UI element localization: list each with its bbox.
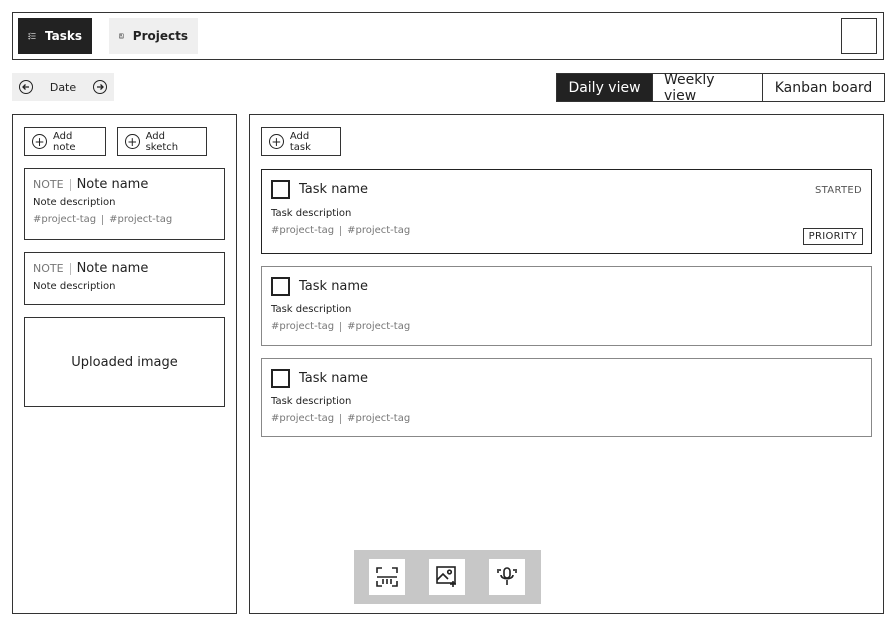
add-note-button[interactable]: + Add note — [24, 127, 106, 156]
note-name: Note name — [76, 261, 149, 276]
task-card[interactable]: Task name Task description #project-tag … — [261, 358, 872, 437]
projects-nav-button[interactable]: Projects — [109, 18, 198, 54]
divider — [69, 178, 71, 191]
divider — [340, 413, 342, 424]
task-tags: #project-tag #project-tag — [271, 225, 862, 236]
task-name: Task name — [299, 279, 369, 294]
arrow-right-icon[interactable] — [92, 80, 107, 94]
note-kind-label: NOTE — [33, 178, 64, 191]
date-label: Date — [49, 80, 77, 94]
project-tag[interactable]: #project-tag — [271, 321, 334, 332]
profile-avatar-box[interactable] — [841, 18, 877, 54]
note-tags: #project-tag #project-tag — [33, 214, 216, 225]
task-card[interactable]: Task name Task description #project-tag … — [261, 266, 872, 346]
task-checkbox[interactable] — [271, 277, 290, 296]
project-tag[interactable]: #project-tag — [347, 321, 410, 332]
note-card[interactable]: NOTE Note name Note description #project… — [24, 168, 225, 240]
task-status: STARTED — [815, 185, 862, 196]
add-sketch-button[interactable]: + Add sketch — [117, 127, 207, 156]
tab-daily-view[interactable]: Daily view — [557, 74, 652, 101]
date-navigator: Date — [12, 73, 114, 101]
plus-circle-icon: + — [269, 134, 284, 149]
scan-icon — [376, 567, 398, 587]
uploaded-image-card[interactable]: Uploaded image — [24, 317, 225, 407]
tasks-nav-label: Tasks — [44, 29, 82, 43]
plus-circle-icon: + — [32, 134, 47, 149]
note-description: Note description — [33, 197, 116, 208]
projects-nav-label: Projects — [132, 29, 188, 43]
task-description: Task description — [271, 396, 352, 407]
task-checkbox[interactable] — [271, 180, 290, 199]
divider — [102, 214, 104, 225]
task-description: Task description — [271, 304, 352, 315]
project-tag[interactable]: #project-tag — [347, 413, 410, 424]
plus-circle-icon: + — [125, 134, 140, 149]
note-description: Note description — [33, 281, 116, 292]
project-tag[interactable]: #project-tag — [33, 214, 96, 225]
task-name: Task name — [299, 182, 369, 197]
tasks-panel: + Add task Task name STARTED Task descri… — [249, 114, 884, 614]
note-name: Note name — [76, 177, 149, 192]
note-card[interactable]: NOTE Note name Note description — [24, 252, 225, 305]
add-note-label: Add note — [52, 130, 76, 153]
task-checkbox[interactable] — [271, 369, 290, 388]
priority-badge: PRIORITY — [802, 228, 863, 245]
scan-button[interactable] — [369, 559, 405, 595]
project-tag[interactable]: #project-tag — [271, 413, 334, 424]
add-task-label: Add task — [289, 130, 311, 153]
task-name: Task name — [299, 371, 369, 386]
microphone-icon — [497, 567, 517, 585]
book-icon — [119, 33, 124, 39]
project-tag[interactable]: #project-tag — [347, 225, 410, 236]
add-image-button[interactable] — [429, 559, 465, 595]
project-tag[interactable]: #project-tag — [109, 214, 172, 225]
arrow-left-icon[interactable] — [19, 80, 33, 94]
task-description: Task description — [271, 208, 352, 219]
task-list-icon — [28, 32, 36, 40]
task-tags: #project-tag #project-tag — [271, 413, 862, 424]
task-tags: #project-tag #project-tag — [271, 321, 862, 332]
notes-panel: + Add note + Add sketch NOTE Note name N… — [12, 114, 237, 614]
divider — [340, 321, 342, 332]
uploaded-image-label: Uploaded image — [71, 354, 178, 370]
quick-add-toolbar — [354, 550, 541, 604]
add-sketch-label: Add sketch — [145, 130, 179, 153]
tasks-nav-button[interactable]: Tasks — [18, 18, 92, 54]
tab-kanban-board[interactable]: Kanban board — [762, 74, 884, 101]
add-image-icon — [436, 566, 456, 587]
task-card[interactable]: Task name STARTED Task description #proj… — [261, 169, 872, 254]
note-kind-label: NOTE — [33, 262, 64, 275]
top-bar: Tasks Projects — [12, 12, 884, 60]
project-tag[interactable]: #project-tag — [271, 225, 334, 236]
voice-note-button[interactable] — [489, 559, 525, 595]
divider — [340, 225, 342, 236]
view-switcher: Daily view Weekly view Kanban board — [556, 72, 885, 104]
tab-weekly-view[interactable]: Weekly view — [652, 72, 762, 104]
divider — [69, 262, 71, 275]
add-task-button[interactable]: + Add task — [261, 127, 341, 156]
